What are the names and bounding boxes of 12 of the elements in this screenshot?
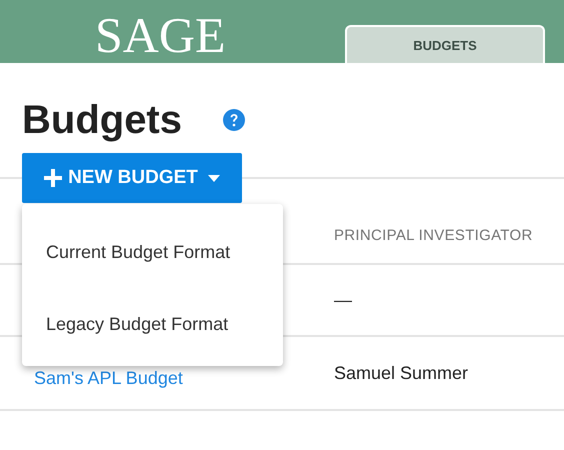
table-cell-text: — (334, 290, 353, 310)
caret-icon (208, 174, 220, 182)
page-title: Budgets (22, 98, 183, 142)
sage-logo: SAGE (94, 6, 227, 63)
column-header: PRINCIPAL INVESTIGATOR (334, 226, 534, 244)
table-cell-text: Samuel Summer (334, 362, 470, 384)
help-icon[interactable] (222, 108, 246, 132)
new-budget-button[interactable]: NEW BUDGET (22, 153, 242, 203)
menu-item[interactable]: Current Budget Format (22, 216, 283, 288)
nav-tab[interactable]: BUDGETS (345, 25, 545, 63)
menu-item[interactable]: Legacy Budget Format (22, 288, 283, 360)
plus-icon (44, 169, 62, 187)
